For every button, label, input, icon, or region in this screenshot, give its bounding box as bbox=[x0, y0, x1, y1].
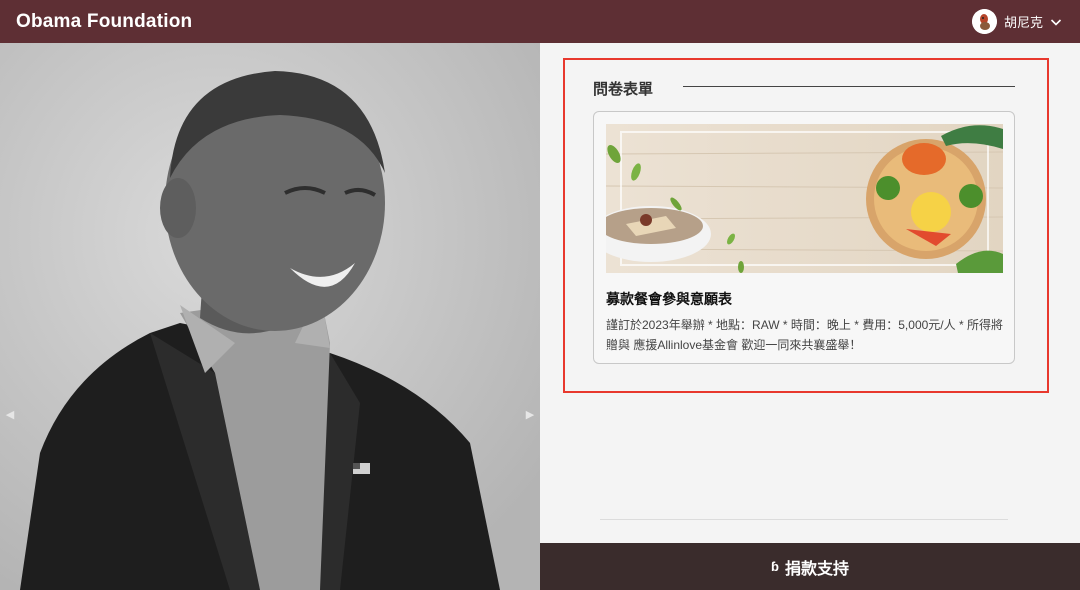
portrait-photo bbox=[0, 43, 540, 590]
top-nav-bar: Obama Foundation 胡尼克 bbox=[0, 0, 1080, 43]
user-name: 胡尼克 bbox=[1003, 15, 1043, 30]
survey-card-title: 募款餐會參與意願表 bbox=[606, 291, 732, 307]
donate-label: 捐款支持 bbox=[784, 560, 849, 578]
section-title: 問卷表單 bbox=[593, 81, 654, 98]
user-menu[interactable]: 胡尼克 bbox=[971, 9, 1062, 34]
survey-card[interactable]: 募款餐會參與意願表 謹訂於2023年舉辦 * 地點：RAW * 時間：晚上 * … bbox=[593, 111, 1015, 364]
carousel-prev-button[interactable]: ◀ bbox=[5, 408, 15, 422]
content-divider bbox=[600, 519, 1008, 520]
donate-button[interactable]: ɓ 捐款支持 bbox=[540, 543, 1080, 590]
brand-title[interactable]: Obama Foundation bbox=[16, 11, 192, 33]
survey-banner-image bbox=[606, 124, 1003, 273]
title-divider bbox=[683, 86, 1015, 87]
chevron-down-icon bbox=[1050, 18, 1062, 26]
carousel-next-button[interactable]: ▶ bbox=[525, 408, 535, 422]
user-avatar bbox=[971, 9, 997, 34]
survey-card-description: 謹訂於2023年舉辦 * 地點：RAW * 時間：晚上 * 費用：5,000元/… bbox=[606, 318, 1003, 352]
donate-icon: ɓ bbox=[771, 559, 779, 574]
hero-carousel: ◀ ▶ bbox=[0, 43, 540, 590]
